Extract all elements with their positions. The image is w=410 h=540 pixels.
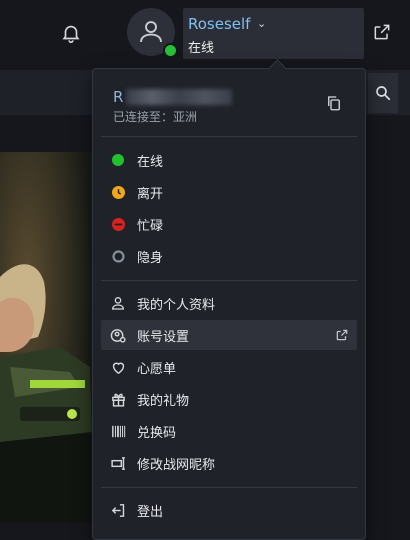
status-label: 忙碌 [137,218,164,234]
status-label: 隐身 [137,250,164,266]
menu-item-change-battletag[interactable]: 修改战网昵称 [101,448,357,478]
menu-item-label: 修改战网昵称 [137,457,216,473]
menu-item-label: 兑换码 [137,425,177,441]
menu-item-profile[interactable]: 我的个人资料 [101,288,357,318]
menu-item-gifts[interactable]: 我的礼物 [101,384,357,414]
account-name: R [113,88,124,106]
external-link-icon[interactable] [372,22,392,42]
account-dropdown-menu: R 已连接至：亚洲 在线 离开 忙碌 隐身 我的个人资料 账号设置 心愿单 我的… [92,59,366,540]
status-online[interactable]: 在线 [101,145,357,175]
divider [101,487,357,488]
invisible-ring-icon [109,247,127,265]
copy-icon[interactable] [325,94,343,112]
top-bar: Roseself ⌄ 在线 [0,0,410,66]
search-icon [376,86,391,101]
menu-item-logout[interactable]: 登出 [101,495,357,525]
menu-item-label: 心愿单 [137,361,177,377]
hero-artwork [0,152,92,523]
username: Roseself [188,15,251,33]
logout-icon [109,501,127,519]
external-link-icon [336,329,348,341]
user-menu-toggle[interactable]: Roseself ⌄ 在线 [183,8,364,59]
menu-item-redeem-code[interactable]: 兑换码 [101,416,357,446]
account-settings-icon [109,326,127,344]
status-busy[interactable]: 忙碌 [101,209,357,239]
search-button[interactable] [368,73,398,113]
chevron-down-icon: ⌄ [257,17,267,30]
busy-minus-icon [109,215,127,233]
user-icon [109,294,127,312]
account-name-redacted [126,89,232,105]
status-away[interactable]: 离开 [101,177,357,207]
status-invisible[interactable]: 隐身 [101,241,357,271]
connected-region: 已连接至：亚洲 [113,110,198,124]
user-avatar-icon [140,21,162,43]
rename-icon [109,454,127,472]
menu-item-label: 我的礼物 [137,393,190,409]
menu-item-label: 我的个人资料 [137,297,216,313]
menu-item-label: 登出 [137,504,164,520]
gift-icon [109,390,127,408]
user-status: 在线 [188,41,215,56]
online-dot-icon [109,151,127,169]
status-label: 离开 [137,186,164,202]
heart-icon [109,358,127,376]
bell-icon[interactable] [60,22,82,44]
divider [101,136,357,137]
status-label: 在线 [137,154,164,170]
soldier-artwork [0,152,92,523]
barcode-icon [109,422,127,440]
menu-item-wishlist[interactable]: 心愿单 [101,352,357,382]
away-clock-icon [109,183,127,201]
menu-item-label: 账号设置 [137,329,190,345]
divider [101,280,357,281]
menu-item-account-settings[interactable]: 账号设置 [101,320,357,350]
online-status-dot [163,43,178,58]
